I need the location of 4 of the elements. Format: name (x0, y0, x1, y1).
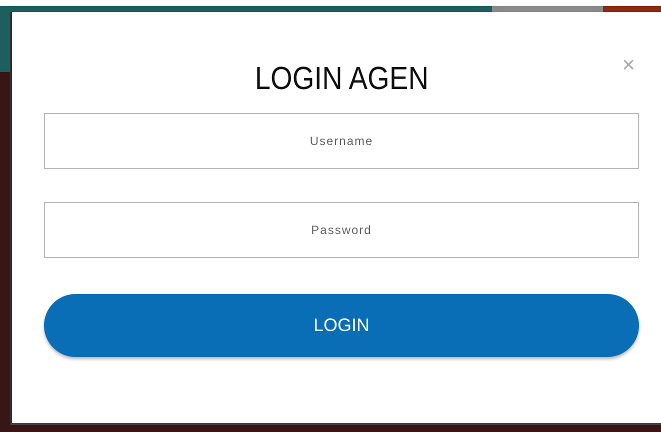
login-button[interactable]: LOGIN (44, 294, 639, 357)
dialog-title: LOGIN AGEN (254, 59, 428, 98)
input-field[interactable]: Password (44, 202, 639, 258)
input-field[interactable]: Username (44, 113, 639, 169)
